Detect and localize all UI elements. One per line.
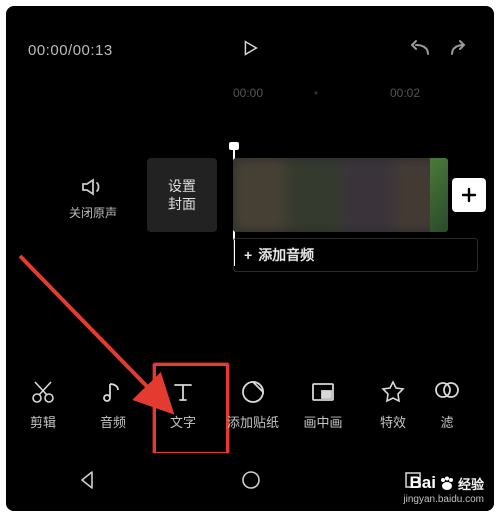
add-audio-button[interactable]: + 添加音频: [233, 238, 478, 272]
play-button[interactable]: [239, 37, 261, 64]
cover-line2: 封面: [168, 195, 196, 213]
tool-label: 滤: [428, 412, 466, 431]
paw-icon: [438, 473, 456, 493]
tool-label: 剪辑: [8, 412, 78, 431]
cover-line1: 设置: [168, 177, 196, 195]
tool-edit[interactable]: 剪辑: [8, 378, 78, 431]
tool-text[interactable]: 文字: [148, 378, 218, 431]
undo-button[interactable]: [408, 38, 432, 63]
mute-label: 关闭原声: [66, 204, 120, 221]
tick-label: 00:00: [233, 86, 263, 100]
watermark: Bai 经验 jingyan.baidu.com: [403, 473, 484, 505]
add-audio-label: 添加音频: [258, 245, 314, 265]
tool-filter[interactable]: 滤: [428, 378, 466, 431]
plus-icon: +: [244, 247, 252, 263]
watermark-brand-b: 经验: [458, 474, 484, 493]
tool-label: 画中画: [288, 412, 358, 431]
tool-sticker[interactable]: 添加贴纸: [218, 378, 288, 431]
add-clip-button[interactable]: [452, 178, 486, 212]
tool-label: 添加贴纸: [218, 412, 288, 431]
tick-mark: •: [314, 86, 318, 100]
timecode: 00:00/00:13: [28, 42, 113, 59]
tool-audio[interactable]: 音频: [78, 378, 148, 431]
nav-home-button[interactable]: [240, 469, 262, 496]
watermark-url: jingyan.baidu.com: [403, 494, 484, 505]
video-clip[interactable]: [233, 158, 448, 232]
mute-original-sound-button[interactable]: 关闭原声: [66, 176, 120, 221]
tool-label: 文字: [148, 412, 218, 431]
nav-back-button[interactable]: [77, 469, 99, 496]
timeline-ruler[interactable]: 00:00 • 00:02: [6, 86, 494, 104]
tick-label: 00:02: [390, 86, 420, 100]
watermark-brand-a: Bai: [410, 473, 436, 493]
tool-label: 特效: [358, 412, 428, 431]
redo-button[interactable]: [448, 38, 472, 63]
tool-row: 剪辑 音频 文字 添加贴纸: [6, 361, 494, 447]
tool-pip[interactable]: 画中画: [288, 378, 358, 431]
tool-label: 音频: [78, 412, 148, 431]
tool-effect[interactable]: 特效: [358, 378, 428, 431]
set-cover-button[interactable]: 设置 封面: [147, 158, 217, 232]
